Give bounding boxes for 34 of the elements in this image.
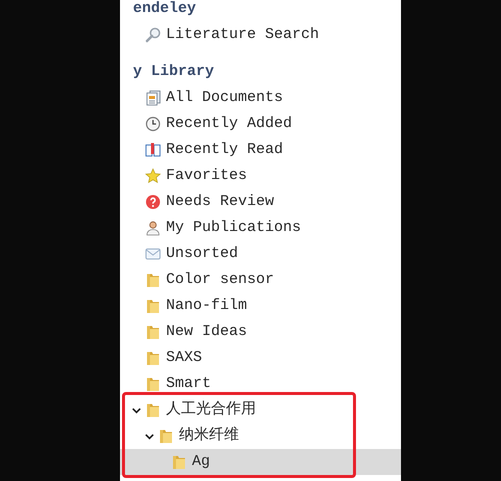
sidebar-item[interactable]: All Documents bbox=[120, 85, 401, 111]
sidebar-item[interactable]: Smart bbox=[120, 371, 401, 397]
sidebar-item[interactable]: 纳米纤维 bbox=[120, 423, 401, 449]
magnifier-icon bbox=[145, 27, 161, 43]
sidebar-item[interactable]: Ag bbox=[120, 449, 401, 475]
envelope-icon bbox=[145, 246, 161, 262]
folder-icon bbox=[145, 324, 161, 340]
folder-icon bbox=[145, 402, 161, 418]
sidebar-item[interactable]: Literature Search bbox=[120, 22, 401, 48]
sidebar-item[interactable]: Unsorted bbox=[120, 241, 401, 267]
folder-icon bbox=[171, 454, 187, 470]
folder-icon bbox=[145, 272, 161, 288]
sidebar-item[interactable]: Favorites bbox=[120, 163, 401, 189]
sidebar-item[interactable]: 人工光合作用 bbox=[120, 397, 401, 423]
sidebar-item[interactable]: SAXS bbox=[120, 345, 401, 371]
folder-icon bbox=[145, 376, 161, 392]
sidebar-item[interactable]: Color sensor bbox=[120, 267, 401, 293]
folder-icon bbox=[158, 428, 174, 444]
documents-icon bbox=[145, 90, 161, 106]
star-icon bbox=[145, 168, 161, 184]
person-icon bbox=[145, 220, 161, 236]
section-header: endeley bbox=[132, 0, 198, 19]
folder-icon bbox=[145, 350, 161, 366]
sidebar-item[interactable]: Nano-film bbox=[120, 293, 401, 319]
folder-icon bbox=[145, 298, 161, 314]
question-icon bbox=[145, 194, 161, 210]
sidebar-item[interactable]: Recently Read bbox=[120, 137, 401, 163]
sidebar-item[interactable]: Needs Review bbox=[120, 189, 401, 215]
sidebar-item[interactable]: My Publications bbox=[120, 215, 401, 241]
sidebar-item[interactable]: New Ideas bbox=[120, 319, 401, 345]
sidebar-item[interactable]: Recently Added bbox=[120, 111, 401, 137]
clock-icon bbox=[145, 116, 161, 132]
book-icon bbox=[145, 142, 161, 158]
section-header: y Library bbox=[132, 62, 216, 82]
